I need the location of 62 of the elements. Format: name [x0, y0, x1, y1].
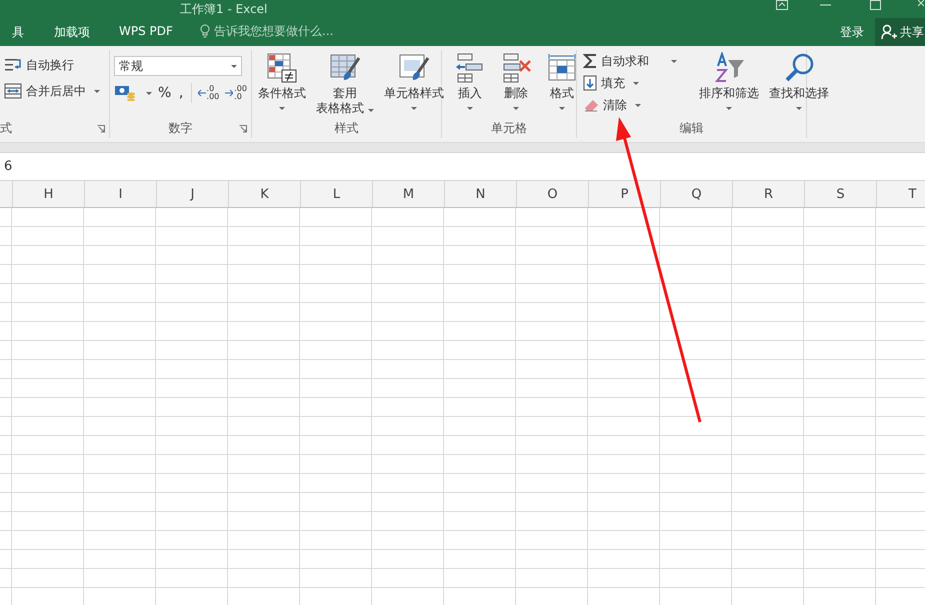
- maximize-icon[interactable]: [870, 0, 881, 10]
- ribbon-button[interactable]: 套用 表格格式: [314, 52, 376, 118]
- ribbon-button[interactable]: 自动换行: [26, 56, 74, 74]
- number-style-button[interactable]: ,: [177, 85, 185, 101]
- ribbon-button[interactable]: 排序和筛选: [697, 52, 761, 118]
- dialog-launcher-icon[interactable]: [239, 125, 247, 133]
- ribbon-button[interactable]: 合并后居中: [26, 82, 86, 100]
- column-header[interactable]: O: [517, 181, 589, 207]
- column-header[interactable]: J: [157, 181, 229, 207]
- column-header[interactable]: S: [805, 181, 877, 207]
- ribbon-display-icon[interactable]: [776, 0, 788, 10]
- ribbon-tab[interactable]: 具: [12, 24, 24, 41]
- group-label: 单元格: [491, 120, 527, 136]
- eraser-icon: [583, 98, 599, 112]
- caret-icon: [231, 64, 237, 68]
- column-header[interactable]: P: [589, 181, 661, 207]
- ribbon-button[interactable]: 自动求和: [583, 52, 677, 70]
- number-format-dropdown[interactable]: 常规: [114, 56, 242, 76]
- column-header[interactable]: K: [229, 181, 301, 207]
- ribbon-button[interactable]: 查找和选择: [767, 52, 831, 118]
- arrow-icon: [225, 89, 234, 97]
- lightbulb-icon: [200, 24, 210, 38]
- column-header[interactable]: Q: [661, 181, 733, 207]
- caret-icon[interactable]: [146, 92, 152, 94]
- decimal-button[interactable]: .0 .00: [198, 85, 220, 101]
- formula-bar[interactable]: 6: [0, 152, 925, 181]
- currency-icon[interactable]: [114, 85, 136, 101]
- tell-me-field[interactable]: 告诉我您想要做什么...: [214, 24, 364, 38]
- ribbon-button[interactable]: 插入: [452, 52, 488, 118]
- ribbon-button[interactable]: 清除: [583, 96, 677, 114]
- share-button[interactable]: 共享: [875, 18, 925, 46]
- group-label: 式: [0, 120, 12, 136]
- column-header[interactable]: H: [13, 181, 85, 207]
- arrow-icon: [198, 89, 206, 97]
- ribbon-button[interactable]: 条件格式: [256, 52, 308, 118]
- ribbon-tab[interactable]: WPS PDF: [119, 24, 173, 38]
- column-header[interactable]: M: [373, 181, 445, 207]
- group-label: 编辑: [680, 120, 704, 136]
- sum-icon: [583, 53, 597, 69]
- sign-in-link[interactable]: 登录: [840, 24, 864, 41]
- fill-down-icon: [583, 75, 597, 91]
- column-header[interactable]: L: [301, 181, 373, 207]
- ribbon-button[interactable]: 格式: [544, 52, 580, 118]
- column-header[interactable]: R: [733, 181, 805, 207]
- number-style-button[interactable]: %: [158, 85, 172, 101]
- caret-icon[interactable]: [94, 90, 100, 92]
- ribbon-tab[interactable]: 加载项: [54, 24, 90, 41]
- column-header[interactable]: I: [85, 181, 157, 207]
- decimal-button[interactable]: .00 .0: [225, 85, 247, 101]
- column-header[interactable]: T: [877, 181, 925, 207]
- ribbon-button[interactable]: 填充: [583, 74, 677, 92]
- column-header[interactable]: N: [445, 181, 517, 207]
- group-label: 数字: [168, 120, 192, 136]
- ribbon-button[interactable]: 单元格样式: [382, 52, 446, 118]
- person-icon: [881, 24, 897, 40]
- formula-text: 6: [4, 159, 12, 174]
- merge-cells-icon[interactable]: [4, 83, 22, 99]
- wrap-text-icon[interactable]: [4, 57, 22, 73]
- group-label: 样式: [334, 120, 358, 136]
- dialog-launcher-icon[interactable]: [97, 125, 105, 133]
- window-title: 工作簿1 - Excel: [180, 1, 268, 18]
- ribbon-button[interactable]: 删除: [498, 52, 534, 118]
